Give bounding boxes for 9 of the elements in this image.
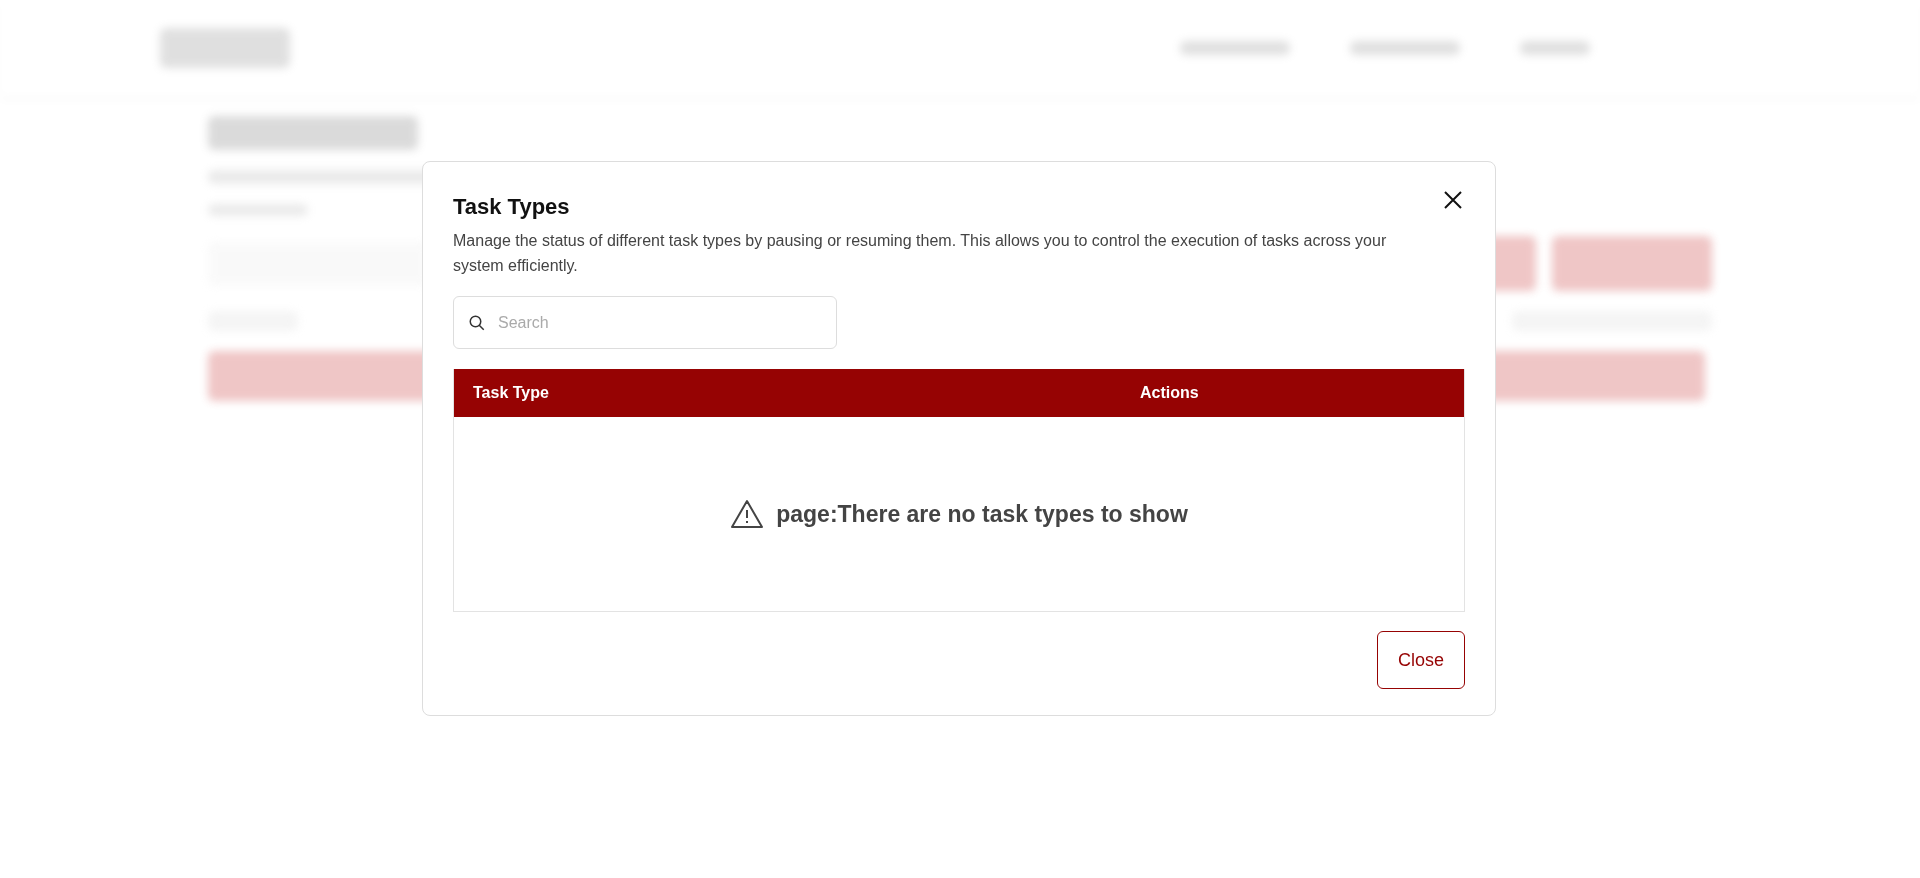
dialog-title: Task Types (453, 194, 570, 220)
column-header: Actions (1139, 384, 1200, 402)
close-button[interactable]: Close (1376, 631, 1465, 689)
dialog-description: Manage the status of different task types by pausing or resuming them. This allows you to control the execution of tasks across your system efficiently. (453, 231, 1388, 276)
search-field[interactable]: Search (453, 296, 837, 349)
empty-message: page:There are no task types to show (776, 500, 1188, 528)
warning-icon (730, 499, 765, 529)
search-icon (468, 313, 486, 332)
column-header: Task Type (472, 384, 550, 402)
